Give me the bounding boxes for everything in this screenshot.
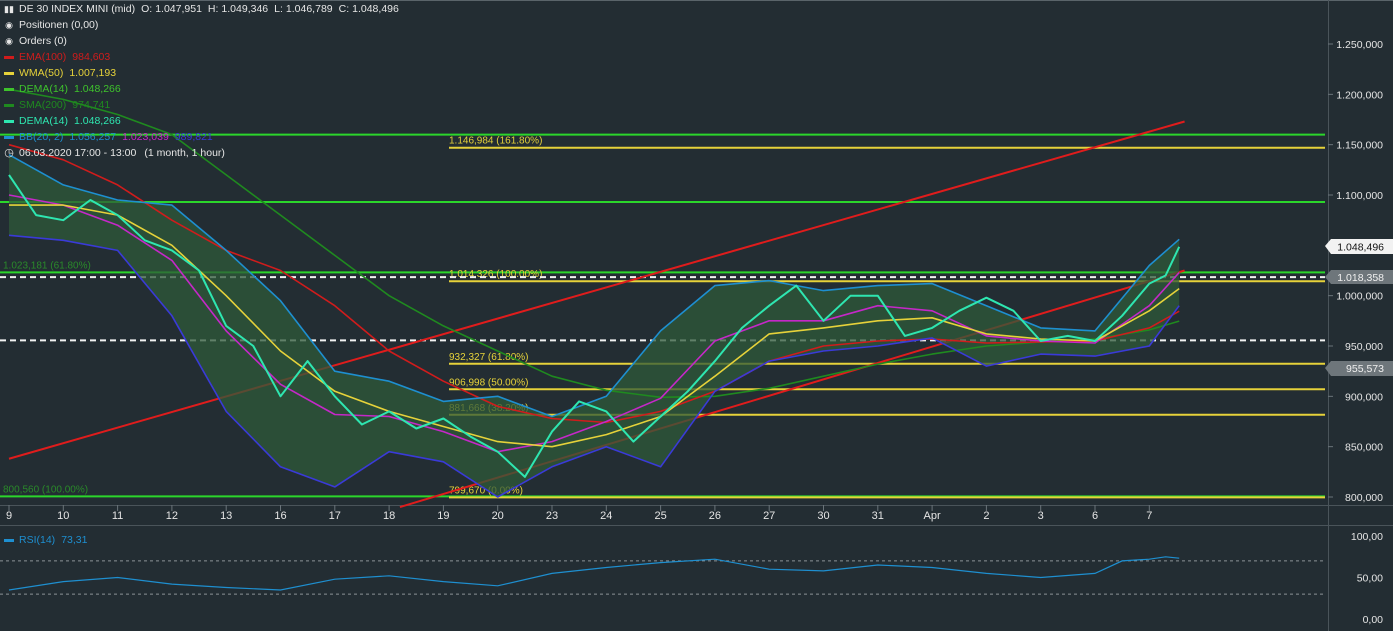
level-label: 906,998 (50.00%): [449, 377, 529, 388]
clock-icon: ◷: [4, 147, 14, 159]
positions-label: Positionen (0,00): [19, 19, 99, 31]
price-tick-label: 850,000: [1345, 442, 1383, 454]
price-tick-label: 1.000,000: [1336, 291, 1383, 303]
time-tick-label: 9: [6, 510, 12, 522]
rsi-tick-label: 100,00: [1351, 531, 1383, 543]
price-tick-label: 1.150,000: [1336, 140, 1383, 152]
legend-dema-1[interactable]: DEMA(14) 1.048,266: [4, 81, 399, 97]
price-tick-label: 1.200,000: [1336, 89, 1383, 101]
legend-ema[interactable]: EMA(100) 984,603: [4, 49, 399, 65]
price-tick-label: 800,000: [1345, 492, 1383, 504]
rsi-tick-label: 50,00: [1357, 573, 1383, 585]
open-label: O:: [141, 3, 153, 15]
time-range: 06.03.2020 17:00 - 13:00: [19, 147, 137, 159]
rsi-tick-label: 0,00: [1363, 614, 1384, 626]
instrument-header: ▮▮ DE 30 INDEX MINI (mid) O: 1.047,951 H…: [4, 1, 399, 17]
rsi-swatch: [4, 538, 14, 542]
time-tick-label: 16: [274, 510, 286, 522]
chart-legend: ▮▮ DE 30 INDEX MINI (mid) O: 1.047,951 H…: [4, 1, 399, 161]
price-tag-tertiary-text: 955,573: [1346, 363, 1384, 375]
level-label: 800,560 (100.00%): [3, 484, 88, 495]
low-value: 1.046,789: [285, 3, 333, 15]
ema-swatch: [4, 55, 14, 59]
dema-value: 1.048,266: [74, 83, 121, 95]
price-tag-secondary[interactable]: 1.018,358: [1325, 270, 1393, 284]
dema-swatch: [4, 119, 14, 123]
level-label: 1.023,181 (61.80%): [3, 260, 91, 271]
rsi-label: RSI(14): [19, 534, 56, 546]
instrument-title: DE 30 INDEX MINI (mid): [19, 3, 136, 15]
target-icon: ◉: [5, 36, 13, 46]
bb-upper-value: 1.056,257: [69, 131, 117, 143]
close-value: 1.048,496: [352, 3, 399, 15]
legend-orders[interactable]: ◉ Orders (0): [4, 33, 399, 49]
time-tick-label: 19: [437, 510, 449, 522]
price-tick-label: 950,000: [1345, 341, 1383, 353]
level-label: 932,327 (61.80%): [449, 352, 529, 363]
interval-label: (1 month, 1 hour): [144, 147, 225, 159]
high-label: H:: [207, 3, 219, 15]
time-tick-label: 18: [383, 510, 395, 522]
target-icon: ◉: [5, 20, 13, 30]
time-tick-label: 12: [166, 510, 178, 522]
legend-time-range: ◷ 06.03.2020 17:00 - 13:00 (1 month, 1 h…: [4, 145, 399, 161]
dema-label: DEMA(14): [19, 115, 69, 127]
dema-swatch: [4, 87, 14, 91]
candles-icon: ▮▮: [4, 4, 14, 14]
sma-value: 974,741: [72, 99, 111, 111]
time-tick-label: 2: [983, 510, 989, 522]
price-tag-secondary-text: 1.018,358: [1337, 272, 1384, 284]
time-tick-label: 23: [546, 510, 558, 522]
bb-middle-value: 1.023,039: [122, 131, 169, 143]
time-tick-label: 20: [492, 510, 504, 522]
high-value: 1.049,346: [221, 3, 269, 15]
price-tag-last[interactable]: 1.048,496: [1325, 239, 1393, 254]
sma-label: SMA(200): [19, 99, 67, 111]
dema-label: DEMA(14): [19, 83, 69, 95]
ema-value: 984,603: [72, 51, 111, 63]
open-value: 1.047,951: [155, 3, 202, 15]
time-tick-label: 10: [57, 510, 69, 522]
price-tick-label: 900,000: [1345, 391, 1383, 403]
wma-value: 1.007,193: [69, 67, 117, 79]
time-tick-label: 3: [1038, 510, 1044, 522]
wma-label: WMA(50): [19, 67, 64, 79]
price-tag-last-text: 1.048,496: [1337, 242, 1384, 254]
ema-label: EMA(100): [19, 51, 67, 63]
bb-swatch: [4, 135, 14, 139]
time-tick-label: 13: [220, 510, 232, 522]
dema-value: 1.048,266: [74, 115, 121, 127]
legend-bb[interactable]: BB(20, 2) 1.056,257 1.023,039 989,821: [4, 129, 399, 145]
time-tick-label: Apr: [924, 510, 941, 522]
legend-wma[interactable]: WMA(50) 1.007,193: [4, 65, 399, 81]
price-tick-label: 1.250,000: [1336, 39, 1383, 51]
level-label: 1.014,326 (100.00%): [449, 269, 542, 280]
level-label: 1.146,984 (161.80%): [449, 136, 542, 147]
time-tick-label: 11: [112, 510, 123, 522]
rsi-legend[interactable]: RSI(14) 73,31: [4, 534, 87, 546]
time-tick-label: 27: [763, 510, 775, 522]
close-label: C:: [338, 3, 350, 15]
low-label: L:: [274, 3, 283, 15]
time-tick-label: 30: [817, 510, 829, 522]
time-tick-label: 25: [654, 510, 666, 522]
time-tick-label: 24: [600, 510, 612, 522]
wma-swatch: [4, 71, 14, 75]
legend-dema-2[interactable]: DEMA(14) 1.048,266: [4, 113, 399, 129]
price-tick-label: 1.100,000: [1336, 190, 1383, 202]
time-tick-label: 7: [1146, 510, 1152, 522]
bb-lower-value: 989,821: [174, 131, 213, 143]
sma-swatch: [4, 103, 14, 107]
bb-label: BB(20, 2): [19, 131, 64, 143]
legend-sma[interactable]: SMA(200) 974,741: [4, 97, 399, 113]
time-tick-label: 17: [329, 510, 341, 522]
rsi-value: 73,31: [61, 534, 88, 546]
orders-label: Orders (0): [19, 35, 67, 47]
time-tick-label: 6: [1092, 510, 1098, 522]
legend-positions[interactable]: ◉ Positionen (0,00): [4, 17, 399, 33]
price-tag-tertiary[interactable]: 955,573: [1325, 361, 1393, 376]
time-tick-label: 31: [872, 510, 884, 522]
time-tick-label: 26: [709, 510, 721, 522]
